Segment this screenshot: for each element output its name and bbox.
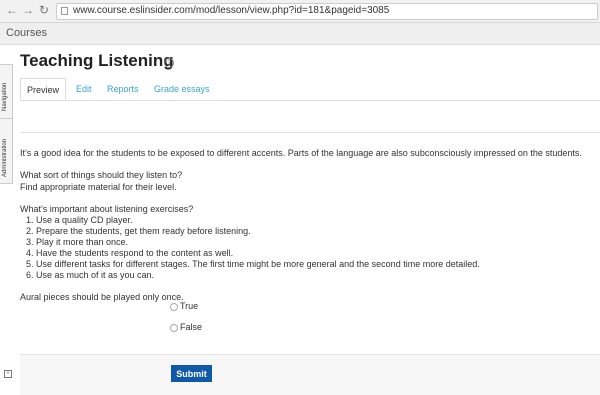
- sidebar-tab-label: Navigation: [2, 82, 8, 111]
- submit-bar: Submit: [20, 354, 600, 395]
- address-bar[interactable]: www.course.eslinsider.com/mod/lesson/vie…: [56, 3, 598, 20]
- list-item: Use as much of it as you can.: [36, 270, 595, 281]
- list-item: Have the students respond to the content…: [36, 248, 595, 259]
- courses-link[interactable]: Courses: [6, 27, 47, 39]
- radio-false[interactable]: [170, 324, 178, 332]
- list-item: Play it more than once.: [36, 237, 595, 248]
- sidebar-tab-navigation[interactable]: Navigation: [0, 64, 13, 119]
- option-label-false[interactable]: False: [180, 322, 202, 332]
- page-title: Teaching Listening: [20, 51, 174, 70]
- page-icon: [61, 7, 68, 15]
- expand-icon[interactable]: +: [4, 370, 12, 378]
- courses-bar: Courses: [0, 23, 600, 45]
- tab-grade-essays[interactable]: Grade essays: [154, 78, 210, 100]
- lesson-tabs: Preview Edit Reports Grade essays: [20, 78, 600, 101]
- sidebar-tab-label: Administration: [2, 138, 8, 177]
- content-divider: [20, 132, 600, 133]
- sidebar-tab-administration[interactable]: Administration: [0, 118, 13, 184]
- list-item: Prepare the students, get them ready bef…: [36, 226, 595, 237]
- radio-true[interactable]: [170, 303, 178, 311]
- help-icon[interactable]: ?: [164, 58, 174, 68]
- list-item: Use different tasks for different stages…: [36, 259, 595, 270]
- browser-toolbar: ← → ↻ www.course.eslinsider.com/mod/less…: [0, 0, 600, 23]
- option-label-true[interactable]: True: [180, 301, 198, 311]
- url-text[interactable]: www.course.eslinsider.com/mod/lesson/vie…: [73, 5, 389, 16]
- tab-reports[interactable]: Reports: [107, 78, 139, 100]
- submit-button[interactable]: Submit: [171, 365, 212, 382]
- tips-list: Use a quality CD player. Prepare the stu…: [20, 215, 595, 281]
- lesson-content: It's a good idea for the students to be …: [20, 147, 595, 303]
- forward-arrow-icon[interactable]: →: [21, 3, 35, 17]
- quiz-question: Aural pieces should be played only once.: [20, 292, 184, 302]
- tab-edit[interactable]: Edit: [76, 78, 92, 100]
- important-heading: What's important about listening exercis…: [20, 204, 194, 214]
- refresh-icon[interactable]: ↻: [37, 3, 51, 17]
- question-answer: Find appropriate material for their leve…: [20, 182, 177, 192]
- tab-preview[interactable]: Preview: [20, 78, 66, 100]
- question-heading: What sort of things should they listen t…: [20, 170, 183, 180]
- list-item: Use a quality CD player.: [36, 215, 595, 226]
- back-arrow-icon[interactable]: ←: [5, 3, 19, 17]
- intro-paragraph: It's a good idea for the students to be …: [20, 148, 582, 158]
